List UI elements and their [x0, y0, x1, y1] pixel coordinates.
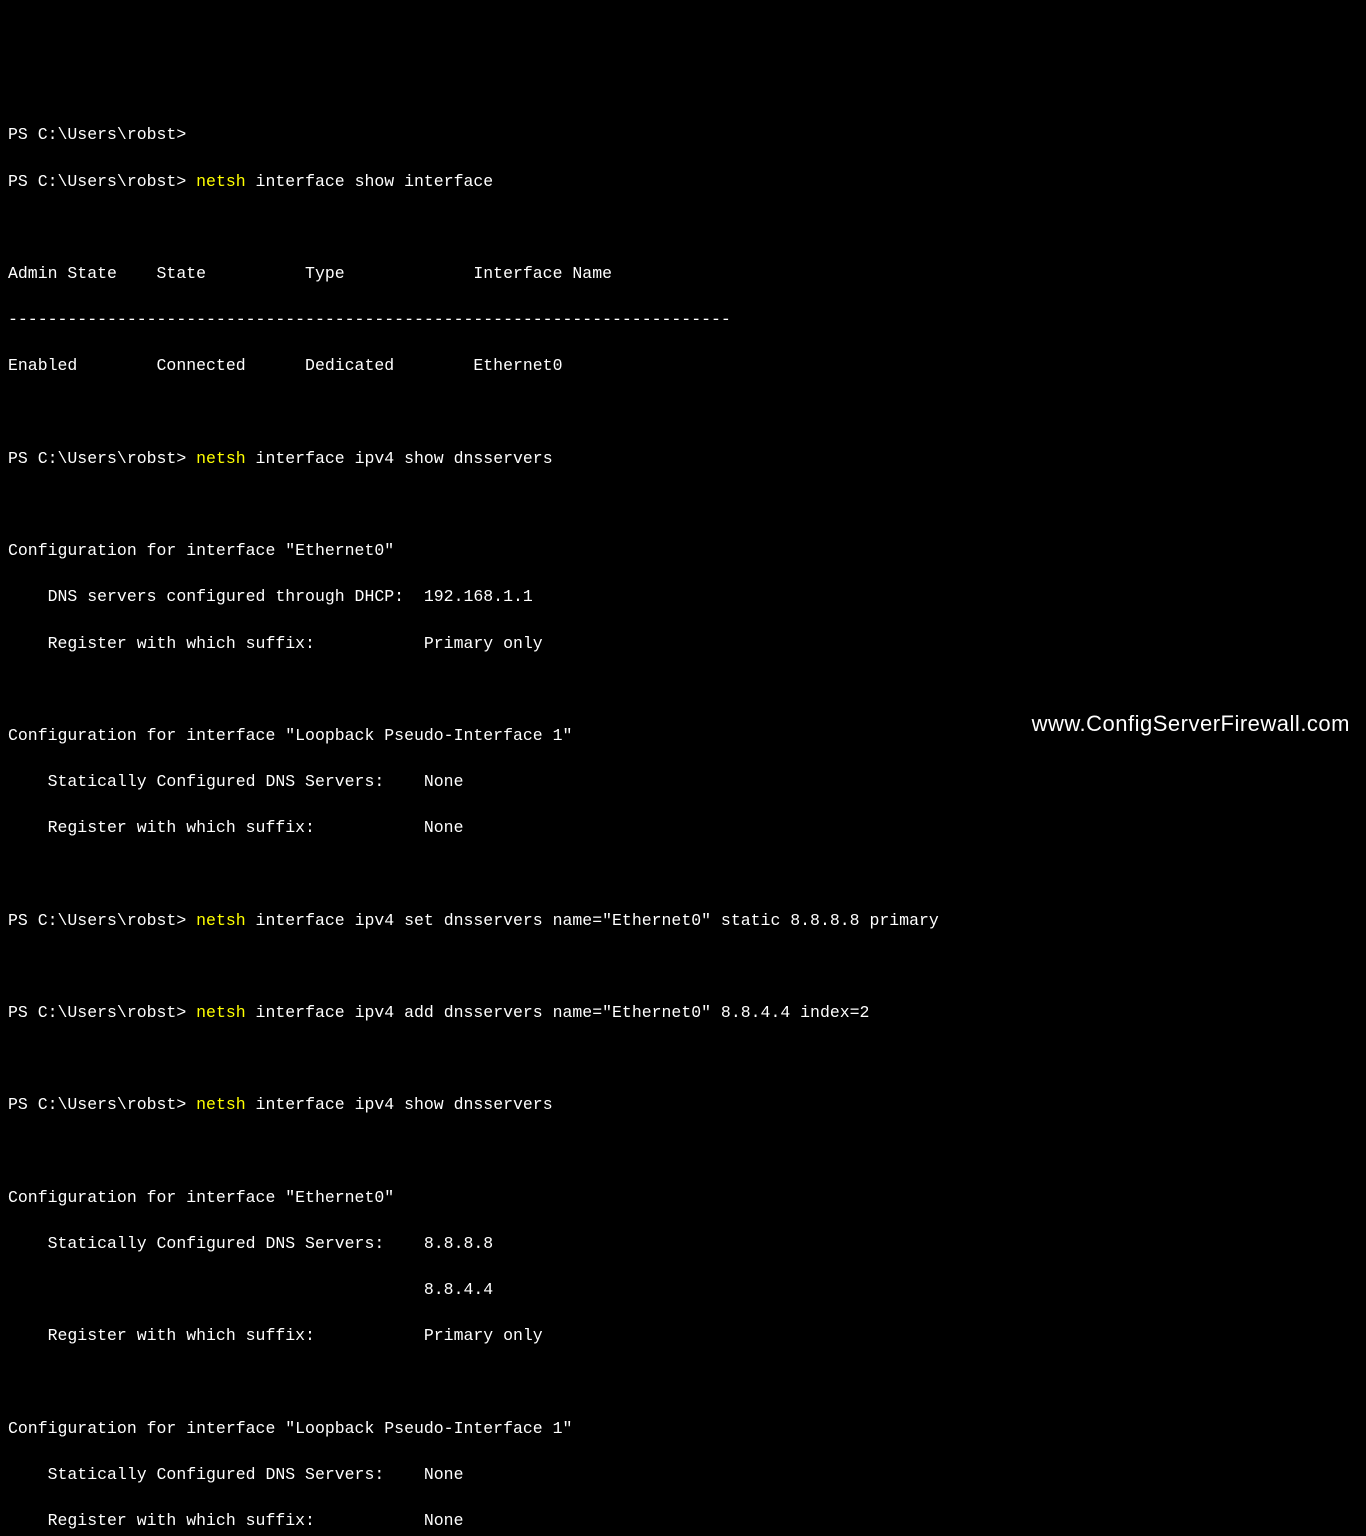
blank-line — [8, 493, 1358, 516]
table-divider: ----------------------------------------… — [8, 308, 1358, 331]
register-suffix-line: Register with which suffix: None — [8, 1509, 1358, 1532]
dns-static-line: Statically Configured DNS Servers: None — [8, 1463, 1358, 1486]
register-suffix-line: Register with which suffix: None — [8, 816, 1358, 839]
config-header-loopback: Configuration for interface "Loopback Ps… — [8, 1417, 1358, 1440]
prompt-text: PS C:\Users\robst> — [8, 1003, 186, 1022]
register-suffix-line: Register with which suffix: Primary only — [8, 632, 1358, 655]
command-line-3: PS C:\Users\robst> netsh interface ipv4 … — [8, 909, 1358, 932]
command-keyword: netsh — [196, 449, 246, 468]
command-keyword: netsh — [196, 1003, 246, 1022]
dns-static-line: Statically Configured DNS Servers: None — [8, 770, 1358, 793]
blank-line — [8, 401, 1358, 424]
table-header: Admin State State Type Interface Name — [8, 262, 1358, 285]
blank-line — [8, 1140, 1358, 1163]
command-args: interface show interface — [246, 172, 494, 191]
command-line-2: PS C:\Users\robst> netsh interface ipv4 … — [8, 447, 1358, 470]
command-keyword: netsh — [196, 911, 246, 930]
dns-static-line-b: 8.8.4.4 — [8, 1278, 1358, 1301]
command-args: interface ipv4 set dnsservers name="Ethe… — [246, 911, 939, 930]
prompt-text: PS C:\Users\robst> — [8, 1095, 186, 1114]
dns-static-line-a: Statically Configured DNS Servers: 8.8.8… — [8, 1232, 1358, 1255]
command-args: interface ipv4 add dnsservers name="Ethe… — [246, 1003, 870, 1022]
register-suffix-line: Register with which suffix: Primary only — [8, 1324, 1358, 1347]
dns-dhcp-line: DNS servers configured through DHCP: 192… — [8, 585, 1358, 608]
command-line-4: PS C:\Users\robst> netsh interface ipv4 … — [8, 1001, 1358, 1024]
config-header-ethernet: Configuration for interface "Ethernet0" — [8, 1186, 1358, 1209]
prompt-text: PS C:\Users\robst> — [8, 449, 186, 468]
blank-line — [8, 1371, 1358, 1394]
table-row: Enabled Connected Dedicated Ethernet0 — [8, 354, 1358, 377]
command-line-1: PS C:\Users\robst> netsh interface show … — [8, 170, 1358, 193]
blank-line — [8, 216, 1358, 239]
command-keyword: netsh — [196, 172, 246, 191]
blank-line — [8, 1047, 1358, 1070]
command-keyword: netsh — [196, 1095, 246, 1114]
prompt-line: PS C:\Users\robst> — [8, 123, 1358, 146]
config-header-ethernet: Configuration for interface "Ethernet0" — [8, 539, 1358, 562]
terminal-output[interactable]: PS C:\Users\robst> PS C:\Users\robst> ne… — [8, 100, 1358, 1536]
watermark-text: www.ConfigServerFirewall.com — [1032, 709, 1350, 740]
blank-line — [8, 678, 1358, 701]
command-args: interface ipv4 show dnsservers — [246, 1095, 553, 1114]
blank-line — [8, 862, 1358, 885]
prompt-text: PS C:\Users\robst> — [8, 911, 186, 930]
command-line-5: PS C:\Users\robst> netsh interface ipv4 … — [8, 1093, 1358, 1116]
command-args: interface ipv4 show dnsservers — [246, 449, 553, 468]
prompt-text: PS C:\Users\robst> — [8, 172, 186, 191]
blank-line — [8, 955, 1358, 978]
